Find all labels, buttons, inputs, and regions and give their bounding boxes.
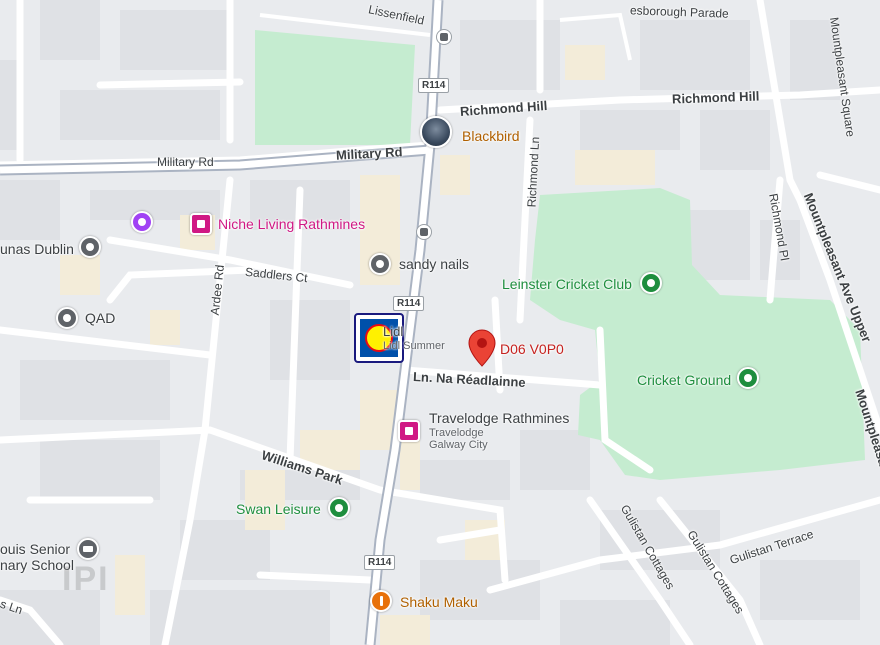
place-label-d06[interactable]: D06 V0P0	[500, 341, 564, 357]
park-icon[interactable]	[328, 497, 350, 519]
route-shield: R114	[393, 296, 425, 311]
shopping-icon[interactable]	[131, 211, 153, 233]
restaurant-icon[interactable]	[370, 590, 392, 612]
place-label-cricket-ground[interactable]: Cricket Ground	[637, 372, 731, 388]
place-label-niche-living[interactable]: Niche Living Rathmines	[218, 216, 365, 232]
map-canvas[interactable]: Lissenfield esborough Parade Mountpleasa…	[0, 0, 880, 645]
place-label-swan-leisure[interactable]: Swan Leisure	[236, 501, 321, 517]
place-icon[interactable]	[56, 307, 78, 329]
place-label-shaku-maku[interactable]: Shaku Maku	[400, 594, 478, 610]
place-label-leinster-cricket[interactable]: Leinster Cricket Club	[502, 276, 632, 292]
place-label-qad[interactable]: QAD	[85, 310, 115, 326]
place-icon[interactable]	[369, 253, 391, 275]
blackbird-photo-thumbnail[interactable]	[420, 116, 452, 148]
red-pin-icon[interactable]	[468, 329, 496, 367]
place-sublabel-lidl: Lidl Summer	[383, 340, 445, 352]
place-label-travelodge[interactable]: Travelodge Rathmines	[429, 410, 569, 426]
school-icon[interactable]	[77, 538, 99, 560]
place-label-blackbird[interactable]: Blackbird	[462, 128, 520, 144]
road-label-richmond-hill-2: Richmond Hill	[671, 88, 760, 107]
watermark: IPI	[62, 560, 110, 598]
road-label-military-1: Military Rd	[157, 155, 214, 169]
park-icon[interactable]	[737, 367, 759, 389]
bus-stop-icon[interactable]	[416, 224, 432, 240]
park-icon[interactable]	[640, 272, 662, 294]
route-shield: R114	[418, 78, 450, 93]
place-sublabel-travelodge: Travelodge Galway City	[429, 427, 488, 451]
place-label-unas-dublin[interactable]: unas Dublin	[0, 241, 74, 257]
bus-stop-icon[interactable]	[436, 29, 452, 45]
route-shield: R114	[364, 555, 396, 570]
place-label-lidl[interactable]: Lidl	[383, 324, 403, 339]
hotel-icon[interactable]	[398, 420, 420, 442]
place-icon[interactable]	[79, 236, 101, 258]
hotel-icon[interactable]	[190, 213, 212, 235]
place-label-sandy-nails[interactable]: sandy nails	[399, 256, 469, 272]
place-label-school[interactable]: ouis Senior	[0, 541, 70, 557]
